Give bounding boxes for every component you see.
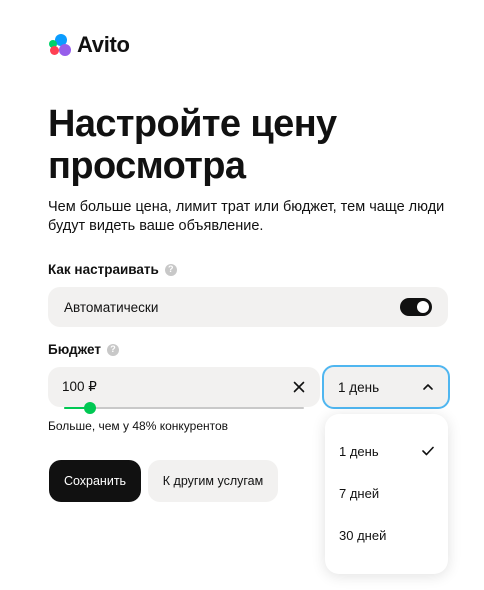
slider-handle[interactable] xyxy=(84,402,97,414)
budget-input[interactable]: 100 ₽ xyxy=(48,367,320,407)
avito-logo-icon xyxy=(49,33,73,57)
page-subtitle: Чем больше цена, лимит трат или бюджет, … xyxy=(48,199,445,234)
period-option[interactable]: 1 день xyxy=(325,430,448,472)
competitor-hint: Больше, чем у 48% конкурентов xyxy=(48,419,229,433)
checkmark-icon xyxy=(422,444,434,459)
brand-name: Avito xyxy=(77,32,130,57)
budget-label: Бюджет ? xyxy=(48,342,119,357)
toggle-knob xyxy=(417,301,429,313)
period-option[interactable]: 30 дней xyxy=(325,514,448,556)
period-option-label: 7 дней xyxy=(339,485,380,501)
budget-value: 100 ₽ xyxy=(62,379,97,394)
auto-mode-value: Автоматически xyxy=(64,299,159,315)
save-button[interactable]: Сохранить xyxy=(49,460,141,502)
chevron-up-icon xyxy=(422,381,434,393)
close-icon[interactable] xyxy=(292,380,306,394)
page-title: Настройте цену просмотра xyxy=(48,103,337,187)
slider-track xyxy=(64,407,304,409)
period-option-label: 1 день xyxy=(339,443,379,459)
budget-label-text: Бюджет xyxy=(48,342,101,357)
help-icon[interactable]: ? xyxy=(164,263,177,276)
period-option-label: 30 дней xyxy=(339,527,387,543)
how-to-configure-text: Как настраивать xyxy=(48,262,159,277)
period-dropdown: 1 день 7 дней 30 дней xyxy=(325,414,448,574)
period-selected-value: 1 день xyxy=(338,379,380,395)
auto-mode-toggle[interactable] xyxy=(400,298,432,316)
period-select[interactable]: 1 день xyxy=(322,365,450,409)
avito-logo[interactable]: Avito xyxy=(49,32,130,58)
how-to-configure-label: Как настраивать ? xyxy=(48,262,177,277)
other-services-button[interactable]: К другим услугам xyxy=(148,460,278,502)
auto-mode-field[interactable]: Автоматически xyxy=(48,287,448,327)
period-option[interactable]: 7 дней xyxy=(325,472,448,514)
budget-slider[interactable] xyxy=(64,402,304,414)
help-icon[interactable]: ? xyxy=(106,343,119,356)
